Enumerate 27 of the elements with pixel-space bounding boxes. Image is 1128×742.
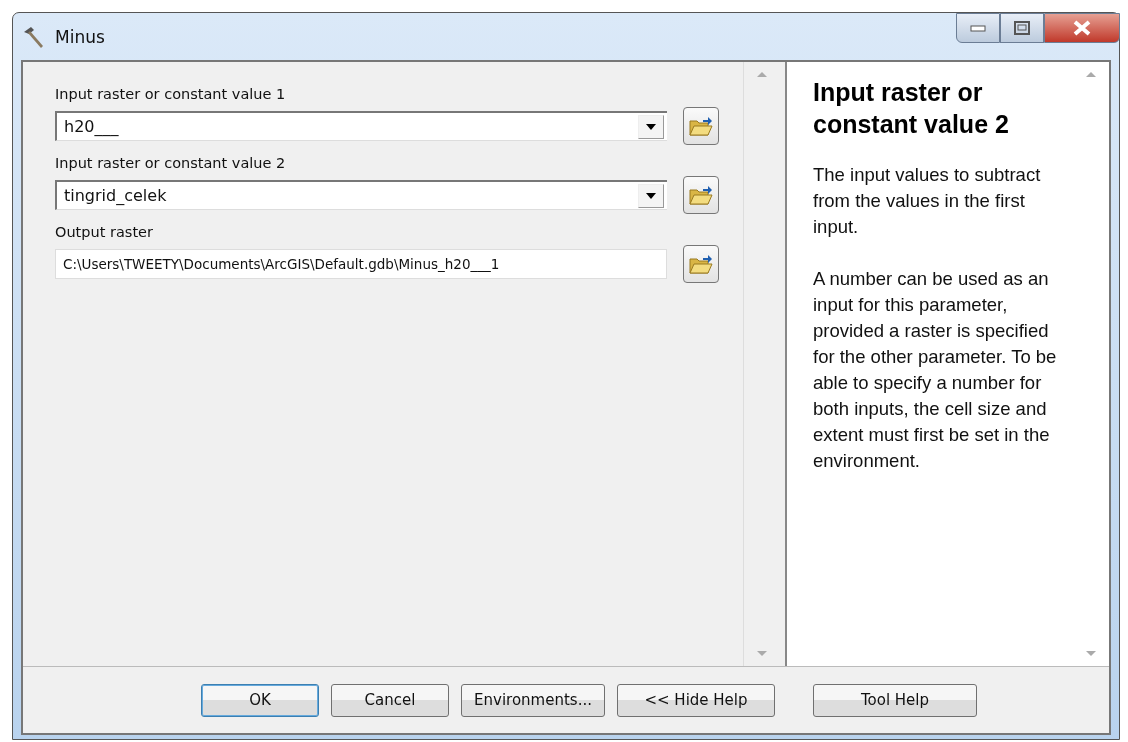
input-field[interactable]: C:\Users\TWEETY\Documents\ArcGIS\Default.gdb\Minus_h20___1 bbox=[55, 249, 667, 279]
folder-icon bbox=[688, 114, 714, 138]
browse-folder-button[interactable] bbox=[683, 245, 719, 283]
help-title: Input raster or constant value 2 bbox=[813, 77, 1010, 140]
close-icon bbox=[1072, 20, 1092, 36]
close-button[interactable] bbox=[1044, 13, 1120, 43]
dropdown-field[interactable]: tingrid_celek bbox=[55, 180, 667, 210]
browse-folder-button[interactable] bbox=[683, 107, 719, 145]
field-label: Input raster or constant value 2 bbox=[55, 155, 287, 171]
dialog-button[interactable]: OK bbox=[201, 683, 319, 717]
help-paragraph: The input values to subtract from the values in the first input. bbox=[813, 163, 1042, 239]
dialog-button[interactable]: Cancel bbox=[331, 683, 449, 717]
field-label: Input raster or constant value 1 bbox=[55, 86, 287, 102]
window-title: Minus bbox=[55, 26, 105, 47]
dialog-button[interactable]: << Hide Help bbox=[617, 683, 775, 717]
minimize-icon bbox=[970, 24, 986, 32]
help-paragraph: A number can be used as an input for this parameter, provided a raster is specified for the other parameter. To be able to specify a number for both inputs, the cell size and extent must first be set in the environment. bbox=[813, 267, 1058, 473]
field-label: Output raster bbox=[55, 224, 154, 240]
browse-folder-button[interactable] bbox=[683, 176, 719, 214]
maximize-icon bbox=[1014, 21, 1030, 35]
dropdown-field[interactable]: h20___ bbox=[55, 111, 667, 141]
folder-icon bbox=[688, 183, 714, 207]
minimize-button[interactable] bbox=[956, 13, 1000, 43]
maximize-button[interactable] bbox=[1000, 13, 1044, 43]
dialog-button[interactable]: Environments... bbox=[461, 683, 605, 717]
folder-icon bbox=[688, 252, 714, 276]
dialog-button[interactable]: Tool Help bbox=[813, 683, 977, 717]
